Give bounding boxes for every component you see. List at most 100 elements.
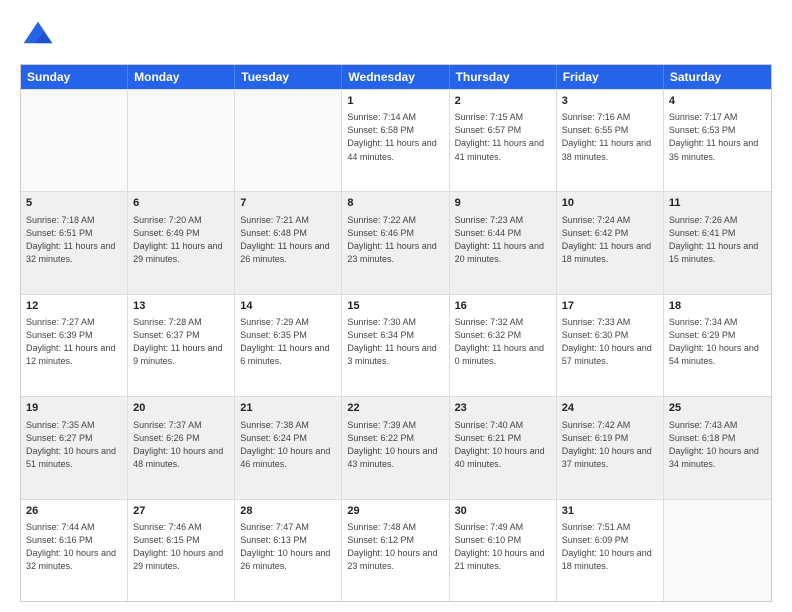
calendar-body: 1Sunrise: 7:14 AMSunset: 6:58 PMDaylight… xyxy=(21,89,771,601)
day-info: Sunrise: 7:21 AMSunset: 6:48 PMDaylight:… xyxy=(240,214,336,266)
day-header-friday: Friday xyxy=(557,65,664,89)
day-number: 13 xyxy=(133,299,229,314)
day-info: Sunrise: 7:22 AMSunset: 6:46 PMDaylight:… xyxy=(347,214,443,266)
week-row-2: 5 Sunrise: 7:18 AMSunset: 6:51 PMDaylight… xyxy=(21,191,771,293)
day-header-thursday: Thursday xyxy=(450,65,557,89)
day-number: 11 xyxy=(669,196,766,211)
day-cell-27: 27 Sunrise: 7:46 AMSunset: 6:15 PMDayligh… xyxy=(128,500,235,601)
day-header-monday: Monday xyxy=(128,65,235,89)
day-info: Sunrise: 7:17 AMSunset: 6:53 PMDaylight:… xyxy=(669,111,766,163)
day-cell-13: 13 Sunrise: 7:28 AMSunset: 6:37 PMDayligh… xyxy=(128,295,235,396)
day-cell-20: 20 Sunrise: 7:37 AMSunset: 6:26 PMDayligh… xyxy=(128,397,235,498)
day-info: Sunrise: 7:42 AMSunset: 6:19 PMDaylight:… xyxy=(562,419,658,471)
day-number: 24 xyxy=(562,401,658,416)
day-info: Sunrise: 7:30 AMSunset: 6:34 PMDaylight:… xyxy=(347,316,443,368)
empty-cell xyxy=(128,90,235,191)
week-row-1: 1Sunrise: 7:14 AMSunset: 6:58 PMDaylight… xyxy=(21,89,771,191)
day-header-sunday: Sunday xyxy=(21,65,128,89)
day-info: Sunrise: 7:49 AMSunset: 6:10 PMDaylight:… xyxy=(455,521,551,573)
day-info: Sunrise: 7:51 AMSunset: 6:09 PMDaylight:… xyxy=(562,521,658,573)
day-cell-15: 15 Sunrise: 7:30 AMSunset: 6:34 PMDayligh… xyxy=(342,295,449,396)
day-info: Sunrise: 7:15 AMSunset: 6:57 PMDaylight:… xyxy=(455,111,551,163)
day-number: 21 xyxy=(240,401,336,416)
day-cell-1: 1Sunrise: 7:14 AMSunset: 6:58 PMDaylight… xyxy=(342,90,449,191)
day-info: Sunrise: 7:37 AMSunset: 6:26 PMDaylight:… xyxy=(133,419,229,471)
day-cell-25: 25Sunrise: 7:43 AMSunset: 6:18 PMDayligh… xyxy=(664,397,771,498)
day-cell-28: 28 Sunrise: 7:47 AMSunset: 6:13 PMDayligh… xyxy=(235,500,342,601)
day-info: Sunrise: 7:40 AMSunset: 6:21 PMDaylight:… xyxy=(455,419,551,471)
day-number: 9 xyxy=(455,196,551,211)
day-cell-29: 29 Sunrise: 7:48 AMSunset: 6:12 PMDayligh… xyxy=(342,500,449,601)
day-info: Sunrise: 7:24 AMSunset: 6:42 PMDaylight:… xyxy=(562,214,658,266)
day-info: Sunrise: 7:32 AMSunset: 6:32 PMDaylight:… xyxy=(455,316,551,368)
day-cell-4: 4 Sunrise: 7:17 AMSunset: 6:53 PMDaylight… xyxy=(664,90,771,191)
day-info: Sunrise: 7:34 AMSunset: 6:29 PMDaylight:… xyxy=(669,316,766,368)
day-cell-8: 8 Sunrise: 7:22 AMSunset: 6:46 PMDaylight… xyxy=(342,192,449,293)
day-number: 3 xyxy=(562,94,658,109)
week-row-5: 26 Sunrise: 7:44 AMSunset: 6:16 PMDayligh… xyxy=(21,499,771,601)
day-info: Sunrise: 7:46 AMSunset: 6:15 PMDaylight:… xyxy=(133,521,229,573)
empty-cell xyxy=(664,500,771,601)
day-info: Sunrise: 7:14 AMSunset: 6:58 PMDaylight:… xyxy=(347,111,443,163)
day-cell-12: 12Sunrise: 7:27 AMSunset: 6:39 PMDayligh… xyxy=(21,295,128,396)
day-cell-17: 17Sunrise: 7:33 AMSunset: 6:30 PMDayligh… xyxy=(557,295,664,396)
day-number: 12 xyxy=(26,299,122,314)
day-number: 5 xyxy=(26,196,122,211)
day-number: 28 xyxy=(240,504,336,519)
empty-cell xyxy=(21,90,128,191)
day-cell-14: 14Sunrise: 7:29 AMSunset: 6:35 PMDayligh… xyxy=(235,295,342,396)
day-header-saturday: Saturday xyxy=(664,65,771,89)
day-info: Sunrise: 7:48 AMSunset: 6:12 PMDaylight:… xyxy=(347,521,443,573)
day-number: 18 xyxy=(669,299,766,314)
day-cell-5: 5 Sunrise: 7:18 AMSunset: 6:51 PMDaylight… xyxy=(21,192,128,293)
day-number: 10 xyxy=(562,196,658,211)
day-info: Sunrise: 7:35 AMSunset: 6:27 PMDaylight:… xyxy=(26,419,122,471)
day-cell-22: 22 Sunrise: 7:39 AMSunset: 6:22 PMDayligh… xyxy=(342,397,449,498)
day-number: 4 xyxy=(669,94,766,109)
day-number: 23 xyxy=(455,401,551,416)
day-cell-19: 19 Sunrise: 7:35 AMSunset: 6:27 PMDayligh… xyxy=(21,397,128,498)
day-cell-16: 16 Sunrise: 7:32 AMSunset: 6:32 PMDayligh… xyxy=(450,295,557,396)
day-cell-21: 21 Sunrise: 7:38 AMSunset: 6:24 PMDayligh… xyxy=(235,397,342,498)
day-info: Sunrise: 7:28 AMSunset: 6:37 PMDaylight:… xyxy=(133,316,229,368)
day-number: 29 xyxy=(347,504,443,519)
day-info: Sunrise: 7:38 AMSunset: 6:24 PMDaylight:… xyxy=(240,419,336,471)
day-cell-2: 2 Sunrise: 7:15 AMSunset: 6:57 PMDaylight… xyxy=(450,90,557,191)
page: SundayMondayTuesdayWednesdayThursdayFrid… xyxy=(0,0,792,612)
day-info: Sunrise: 7:43 AMSunset: 6:18 PMDaylight:… xyxy=(669,419,766,471)
day-cell-10: 10 Sunrise: 7:24 AMSunset: 6:42 PMDayligh… xyxy=(557,192,664,293)
day-number: 20 xyxy=(133,401,229,416)
day-number: 31 xyxy=(562,504,658,519)
day-cell-7: 7 Sunrise: 7:21 AMSunset: 6:48 PMDaylight… xyxy=(235,192,342,293)
day-number: 26 xyxy=(26,504,122,519)
day-info: Sunrise: 7:39 AMSunset: 6:22 PMDaylight:… xyxy=(347,419,443,471)
day-info: Sunrise: 7:47 AMSunset: 6:13 PMDaylight:… xyxy=(240,521,336,573)
day-cell-3: 3 Sunrise: 7:16 AMSunset: 6:55 PMDaylight… xyxy=(557,90,664,191)
day-cell-31: 31 Sunrise: 7:51 AMSunset: 6:09 PMDayligh… xyxy=(557,500,664,601)
calendar-header-row: SundayMondayTuesdayWednesdayThursdayFrid… xyxy=(21,65,771,89)
day-info: Sunrise: 7:26 AMSunset: 6:41 PMDaylight:… xyxy=(669,214,766,266)
day-number: 8 xyxy=(347,196,443,211)
day-info: Sunrise: 7:20 AMSunset: 6:49 PMDaylight:… xyxy=(133,214,229,266)
header xyxy=(20,18,772,54)
day-info: Sunrise: 7:23 AMSunset: 6:44 PMDaylight:… xyxy=(455,214,551,266)
day-cell-23: 23 Sunrise: 7:40 AMSunset: 6:21 PMDayligh… xyxy=(450,397,557,498)
day-number: 7 xyxy=(240,196,336,211)
logo xyxy=(20,18,62,54)
day-number: 27 xyxy=(133,504,229,519)
day-number: 22 xyxy=(347,401,443,416)
day-cell-30: 30Sunrise: 7:49 AMSunset: 6:10 PMDayligh… xyxy=(450,500,557,601)
day-header-tuesday: Tuesday xyxy=(235,65,342,89)
day-number: 19 xyxy=(26,401,122,416)
day-info: Sunrise: 7:18 AMSunset: 6:51 PMDaylight:… xyxy=(26,214,122,266)
day-number: 2 xyxy=(455,94,551,109)
day-cell-26: 26 Sunrise: 7:44 AMSunset: 6:16 PMDayligh… xyxy=(21,500,128,601)
day-number: 14 xyxy=(240,299,336,314)
day-info: Sunrise: 7:16 AMSunset: 6:55 PMDaylight:… xyxy=(562,111,658,163)
day-info: Sunrise: 7:33 AMSunset: 6:30 PMDaylight:… xyxy=(562,316,658,368)
calendar: SundayMondayTuesdayWednesdayThursdayFrid… xyxy=(20,64,772,602)
day-info: Sunrise: 7:44 AMSunset: 6:16 PMDaylight:… xyxy=(26,521,122,573)
day-number: 16 xyxy=(455,299,551,314)
day-number: 15 xyxy=(347,299,443,314)
empty-cell xyxy=(235,90,342,191)
